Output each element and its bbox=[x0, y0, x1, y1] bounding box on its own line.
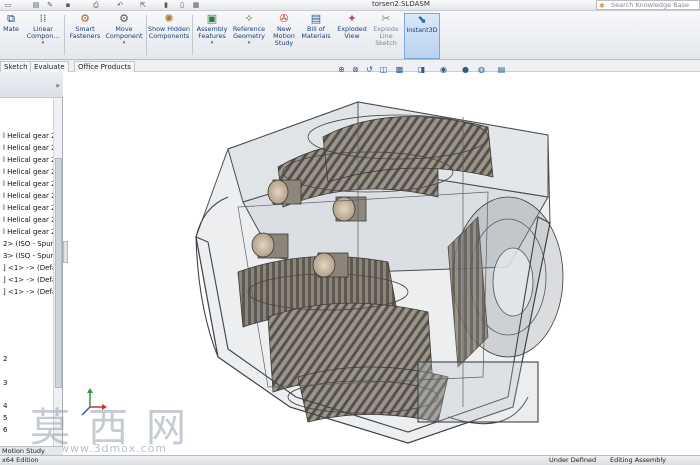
file-props-icon[interactable]: ▯ bbox=[176, 1, 188, 10]
print-icon[interactable]: ⎙ bbox=[90, 1, 102, 10]
feature-manager-tree: » l Helical gear 2M l Helical gear 2M l … bbox=[0, 72, 63, 446]
select-icon[interactable]: ⇱ bbox=[137, 1, 149, 10]
edition-label: x64 Edition bbox=[2, 456, 39, 464]
smart-fasteners-button[interactable]: ⚙ Smart Fasteners bbox=[67, 13, 103, 59]
display-style-icon[interactable]: ◨ bbox=[416, 64, 427, 75]
reference-geometry-icon: ✧ bbox=[244, 12, 254, 25]
instant3d-button[interactable]: ⬊ Instant3D bbox=[404, 13, 440, 59]
explode-line-sketch-button[interactable]: ✂ Explode Line Sketch bbox=[370, 13, 402, 59]
tab-motion-study[interactable]: Motion Study bbox=[0, 446, 63, 455]
explode-line-icon: ✂ bbox=[381, 12, 391, 25]
tab-sketch[interactable]: Sketch bbox=[0, 61, 32, 72]
previous-view-icon[interactable]: ↺ bbox=[364, 64, 375, 75]
reference-geometry-button[interactable]: ✧ Reference Geometry ▾ bbox=[230, 13, 268, 59]
new-motion-study-button[interactable]: ✇ New Motion Study bbox=[270, 13, 298, 59]
scrollbar-thumb[interactable] bbox=[55, 158, 62, 388]
smart-fasteners-icon: ⚙ bbox=[80, 12, 90, 25]
watermark-url: www.3dmox.com bbox=[60, 442, 168, 455]
ribbon-separator bbox=[192, 15, 193, 55]
zoom-to-fit-icon[interactable]: ⊕ bbox=[336, 64, 347, 75]
view-orientation-icon[interactable]: ▩ bbox=[394, 64, 405, 75]
tab-office-products[interactable]: Office Products bbox=[74, 61, 135, 72]
definition-status: Under Defined bbox=[549, 456, 597, 464]
tree-scrollbar[interactable] bbox=[53, 98, 62, 446]
assembly-features-icon: ▣ bbox=[206, 12, 218, 25]
ribbon-separator bbox=[146, 15, 147, 55]
undo-icon[interactable]: ↶ bbox=[114, 1, 126, 10]
zoom-area-icon[interactable]: ⊗ bbox=[350, 64, 361, 75]
assembly-model bbox=[81, 101, 564, 444]
open-icon[interactable]: ▤ bbox=[30, 1, 42, 10]
mate-icon: ⧉ bbox=[7, 12, 15, 25]
edit-appearance-icon[interactable]: ● bbox=[460, 64, 471, 75]
panel-header: » bbox=[0, 72, 63, 98]
tab-evaluate[interactable]: Evaluate bbox=[30, 61, 69, 72]
bill-of-materials-button[interactable]: ▤ Bill of Materials bbox=[300, 13, 332, 59]
show-hidden-components-button[interactable]: ✺ Show Hidden Components bbox=[148, 13, 190, 59]
search-input[interactable]: ✱ Search Knowledge Base bbox=[596, 0, 700, 10]
save-icon[interactable]: ▪ bbox=[62, 1, 74, 10]
section-view-icon[interactable]: ◫ bbox=[378, 64, 389, 75]
document-title: torsen2.SLDASM bbox=[372, 0, 430, 8]
hide-show-icon[interactable]: ◉ bbox=[438, 64, 449, 75]
exploded-view-button[interactable]: ✦ Exploded View bbox=[334, 13, 370, 59]
edit-icon[interactable]: ✎ bbox=[44, 1, 56, 10]
rebuild-icon[interactable]: ▮ bbox=[160, 1, 172, 10]
linear-component-pattern-button[interactable]: ⁞⁞ Linear Compon... ▾ bbox=[24, 13, 62, 59]
apply-scene-icon[interactable]: ◍ bbox=[476, 64, 487, 75]
view-settings-icon[interactable]: ▤ bbox=[496, 64, 507, 75]
linear-pattern-icon: ⁞⁞ bbox=[39, 12, 47, 25]
options-icon[interactable]: ▦ bbox=[190, 1, 202, 10]
title-bar: ▭ ▤ ✎ ▪ ⎙ ↶ ⇱ ▮ ▯ ▦ torsen2.SLDASM ✱ Sea… bbox=[0, 0, 700, 11]
ribbon-separator bbox=[64, 15, 65, 55]
bill-of-materials-icon: ▤ bbox=[310, 12, 322, 25]
command-manager-ribbon: ⧉ Mate ⁞⁞ Linear Compon... ▾ ⚙ Smart Fas… bbox=[0, 11, 700, 60]
instant3d-icon: ⬊ bbox=[417, 13, 427, 26]
motion-study-icon: ✇ bbox=[279, 12, 289, 25]
new-icon[interactable]: ▭ bbox=[2, 1, 14, 10]
move-component-button[interactable]: ⚙ Move Component ▾ bbox=[104, 13, 144, 59]
editing-mode-status: Editing Assembly bbox=[610, 456, 667, 464]
expand-arrow-icon[interactable]: » bbox=[55, 81, 60, 90]
show-hidden-icon: ✺ bbox=[164, 12, 174, 25]
move-component-icon: ⚙ bbox=[119, 12, 129, 25]
mate-button[interactable]: ⧉ Mate bbox=[0, 13, 22, 59]
search-icon: ✱ bbox=[599, 2, 605, 10]
graphics-area[interactable] bbox=[68, 77, 700, 446]
status-bar: x64 Edition Under Defined Editing Assemb… bbox=[0, 455, 700, 465]
exploded-view-icon: ✦ bbox=[347, 12, 357, 25]
assembly-features-button[interactable]: ▣ Assembly Features ▾ bbox=[194, 13, 230, 59]
